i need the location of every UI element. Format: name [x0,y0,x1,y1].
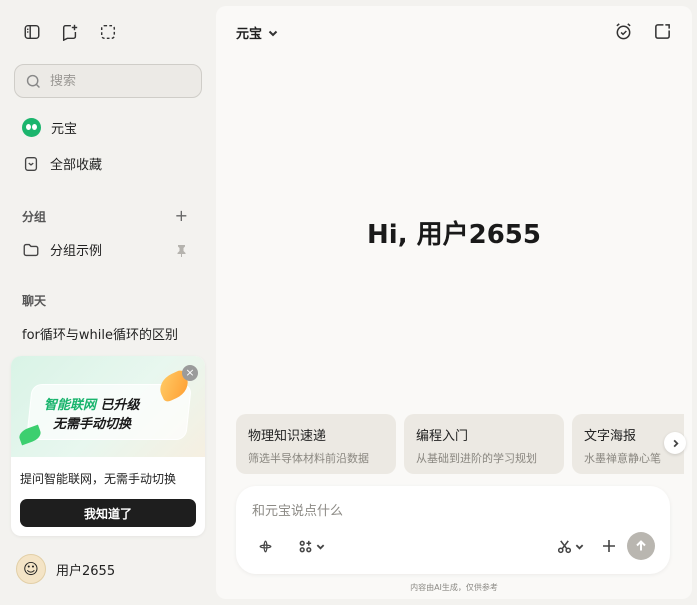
promo-headline-highlight: 智能联网 [44,398,97,413]
promo-headline: 智能联网 已升级 [44,394,140,413]
search-input[interactable] [50,73,190,89]
chat-item[interactable]: for循环与while循环的区别 [22,324,178,343]
chats-section-title: 聊天 [22,294,47,308]
new-chat-icon[interactable] [60,22,80,42]
model-name: 元宝 [236,27,263,42]
search-box[interactable] [14,64,202,98]
chevron-down-icon [316,544,325,550]
chevron-down-icon [575,544,584,550]
scissors-icon [557,540,572,554]
deep-think-icon[interactable] [258,539,273,554]
nav-item-yuanbao[interactable]: 元宝 [22,118,77,137]
nav-item-label: 全部收藏 [50,158,103,173]
search-icon [26,74,40,88]
card-title: 物理知识速递 [248,429,327,444]
sidebar-toggle-icon[interactable] [22,22,42,42]
group-item-label: 分组示例 [50,244,103,259]
avatar: ☺ [16,554,46,584]
arrow-up-icon [636,540,646,551]
sidebar-toolbar [22,22,118,42]
promo-text: 提问智能联网，无需手动切换 [20,472,177,486]
new-window-icon[interactable] [653,22,672,41]
card-subtitle: 筛选半导体材料前沿数据 [248,452,369,465]
send-button[interactable] [627,532,655,560]
add-group-icon[interactable]: + [175,206,188,225]
bookmark-icon [24,156,38,171]
card-subtitle: 从基础到进阶的学习规划 [416,452,537,465]
add-attachment-icon[interactable] [601,538,617,554]
suggestion-card[interactable]: 物理知识速递 筛选半导体材料前沿数据 [236,414,396,474]
chevron-right-icon [673,439,679,447]
chevron-down-icon [268,30,278,36]
next-cards-button[interactable] [664,432,686,454]
group-item[interactable]: 分组示例 [22,240,102,259]
sidebar: 元宝 全部收藏 分组 + 分组示例 聊天 for循环与while循环的区别 智能… [0,0,216,605]
card-title: 编程入门 [416,429,469,444]
alarm-clock-icon[interactable] [614,22,633,41]
promo-card: 智能联网 已升级 无需手动切换 × 提问智能联网，无需手动切换 我知道了 [11,356,205,536]
promo-headline-rest: 已升级 [96,398,140,413]
model-selector[interactable]: 元宝 [236,23,278,42]
ai-disclaimer: 内容由AI生成，仅供参考 [410,583,498,592]
chat-input[interactable] [252,500,652,522]
got-it-button[interactable]: 我知道了 [20,499,196,527]
yuanbao-logo-icon [22,118,41,137]
pin-icon[interactable] [177,242,186,257]
nav-item-label: 元宝 [51,122,78,137]
user-profile[interactable]: ☺ 用户2655 [16,554,115,584]
screenshot-menu[interactable] [557,539,584,554]
leaf-icon [17,424,43,446]
folder-icon [23,243,39,256]
promo-banner: 智能联网 已升级 无需手动切换 × [11,356,205,457]
promo-subheadline: 无需手动切换 [53,417,132,432]
chat-input-box [236,486,670,574]
suggestion-cards: 物理知识速递 筛选半导体材料前沿数据 编程入门 从基础到进阶的学习规划 文字海报… [236,414,684,474]
nav-item-favorites[interactable]: 全部收藏 [22,154,102,173]
groups-section-title: 分组 [22,210,47,224]
close-icon[interactable]: × [182,365,198,381]
main-toolbar [614,22,672,41]
apps-icon [299,540,312,553]
greeting-title: Hi, 用户2655 [367,220,541,250]
user-name: 用户2655 [56,563,116,579]
main-panel: 元宝 Hi, 用户2655 物理知识速递 筛选半导体材料前沿数据 编程入门 从基… [216,6,692,599]
select-area-icon[interactable] [98,22,118,42]
tools-menu[interactable] [298,539,325,554]
suggestion-card[interactable]: 编程入门 从基础到进阶的学习规划 [404,414,564,474]
